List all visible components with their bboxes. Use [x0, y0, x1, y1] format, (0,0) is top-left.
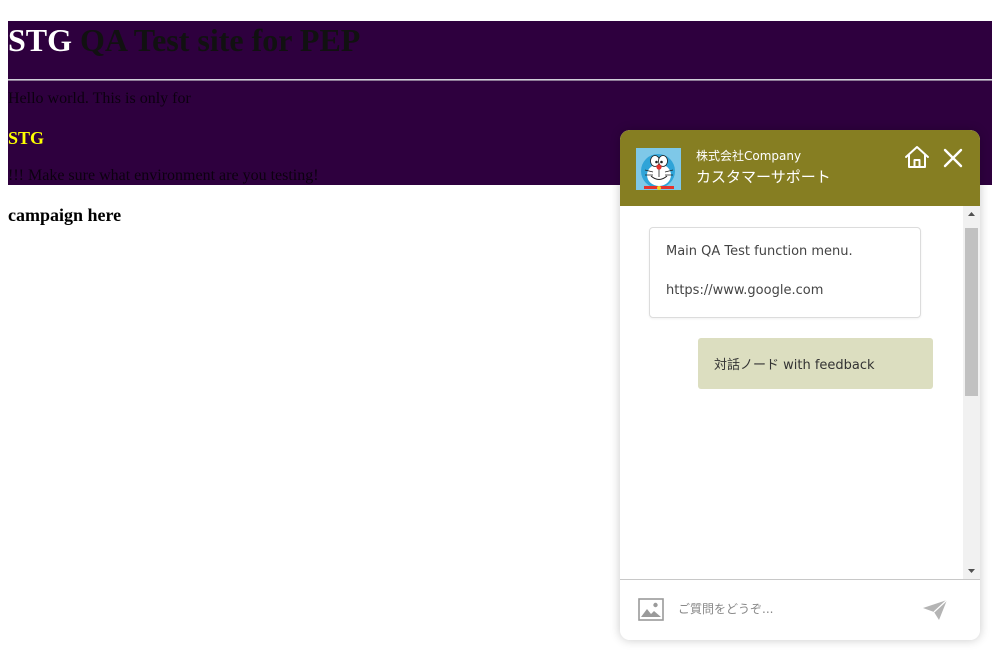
chat-widget: 株式会社Company カスタマーサポート Main QA Test funct… [620, 130, 980, 640]
user-message: 対話ノード with feedback [698, 338, 933, 389]
bot-message-link[interactable]: https://www.google.com [666, 283, 823, 298]
campaign-heading: campaign here [8, 205, 122, 225]
page-title: STG QA Test site for PEP [8, 21, 360, 59]
scroll-up-arrow-icon [968, 212, 975, 216]
image-upload-button[interactable] [638, 598, 664, 621]
chat-header: 株式会社Company カスタマーサポート [620, 130, 980, 206]
bot-message-text: Main QA Test function menu. [666, 244, 853, 259]
support-title: カスタマーサポート [696, 168, 831, 186]
title-divider [8, 79, 992, 81]
send-icon [923, 599, 948, 620]
hello-text: Hello world. This is only for [8, 90, 191, 107]
close-button[interactable] [941, 146, 965, 170]
scroll-down-arrow-icon [968, 569, 975, 573]
user-message-text: 対話ノード with feedback [714, 358, 875, 373]
bot-message: Main QA Test function menu. https://www.… [649, 227, 921, 318]
bot-avatar-icon [636, 148, 681, 190]
environment-warning: !!! Make sure what environment are you t… [8, 167, 319, 184]
page-title-text: QA Test site for PEP [72, 22, 361, 58]
page-title-env: STG [8, 22, 73, 58]
chat-input-bar [620, 579, 980, 640]
send-button[interactable] [922, 599, 948, 621]
home-button[interactable] [904, 145, 930, 169]
company-name: 株式会社Company [696, 149, 802, 163]
scroll-up-button[interactable] [963, 206, 980, 222]
environment-heading: STG [8, 128, 45, 148]
close-icon [943, 148, 963, 168]
scrollbar-thumb[interactable] [965, 228, 978, 396]
scroll-down-button[interactable] [963, 563, 980, 579]
message-input[interactable] [676, 594, 900, 624]
chat-scrollbar[interactable] [963, 206, 980, 579]
image-upload-icon [638, 598, 664, 621]
home-icon [905, 146, 929, 168]
